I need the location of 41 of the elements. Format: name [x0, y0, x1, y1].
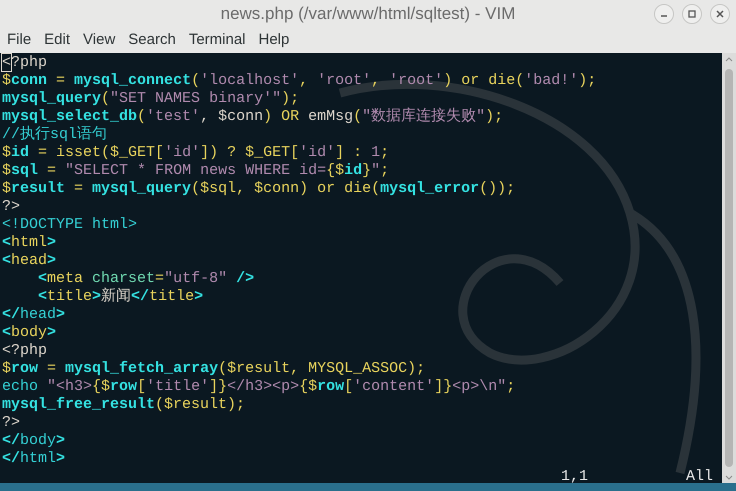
code-line: mysql_query("SET NAMES binary'"); — [2, 90, 300, 108]
menu-item[interactable]: Help — [254, 29, 294, 52]
menu-item[interactable]: File — [2, 29, 36, 52]
scrollbar[interactable] — [722, 53, 736, 483]
menu-item[interactable]: Terminal — [184, 29, 250, 52]
code-line: <title>新闻</title> — [37, 288, 204, 306]
code-line: //执行sql语句 — [2, 126, 108, 144]
scrollbar-thumb[interactable] — [725, 69, 733, 467]
menu-item[interactable]: Edit — [39, 29, 76, 52]
code-line: $row = mysql_fetch_array($result, MYSQL_ASSOC); — [2, 360, 426, 378]
menu-item[interactable]: Search — [123, 29, 181, 52]
code-line: $result = mysql_query($sql, $conn) or die(mysql_error()); — [2, 180, 516, 198]
code-line: ?> — [2, 198, 20, 216]
code-line: mysql_free_result($result); — [2, 396, 246, 414]
code-line: </html> — [2, 450, 66, 468]
cursor-position: 1,1 — [561, 467, 588, 483]
code-line: <meta charset="utf-8" /> — [37, 270, 254, 288]
scroll-up-icon[interactable] — [724, 55, 734, 63]
scroll-indicator: All — [686, 467, 714, 483]
close-icon — [716, 10, 724, 18]
code-line: <!DOCTYPE html> — [2, 216, 138, 234]
code-line: <?php — [2, 342, 48, 360]
code-line: <html> — [2, 234, 56, 252]
window-title: news.php (/var/www/html/sqltest) - VIM — [220, 3, 516, 26]
maximize-button[interactable] — [682, 4, 702, 24]
code-line: <?php — [2, 54, 48, 72]
close-button[interactable] — [710, 4, 730, 24]
code-line: $id = isset($_GET['id']) ? $_GET['id'] : 1; — [2, 144, 390, 162]
code-line: <body> — [2, 324, 56, 342]
code-line: $conn = mysql_connect('localhost', 'root', 'root') or die('bad!'); — [2, 72, 596, 90]
code-line: echo "<h3>{$row['title']}</h3><p>{$row['content']}<p>\n"; — [2, 378, 516, 396]
code-line: <head> — [2, 252, 56, 270]
code-line: $sql = "SELECT * FROM news WHERE id={$id}"; — [2, 162, 390, 180]
code-line: </head> — [2, 306, 66, 324]
code-line: </body> — [2, 432, 66, 450]
scroll-down-icon[interactable] — [724, 473, 734, 481]
code-line: mysql_select_db('test', $conn) OR emMsg("数据库连接失败"); — [2, 108, 504, 126]
maximize-icon — [688, 10, 696, 18]
menu-item[interactable]: View — [78, 29, 120, 52]
code-line: ?> — [2, 414, 20, 432]
minimize-button[interactable] — [654, 4, 674, 24]
